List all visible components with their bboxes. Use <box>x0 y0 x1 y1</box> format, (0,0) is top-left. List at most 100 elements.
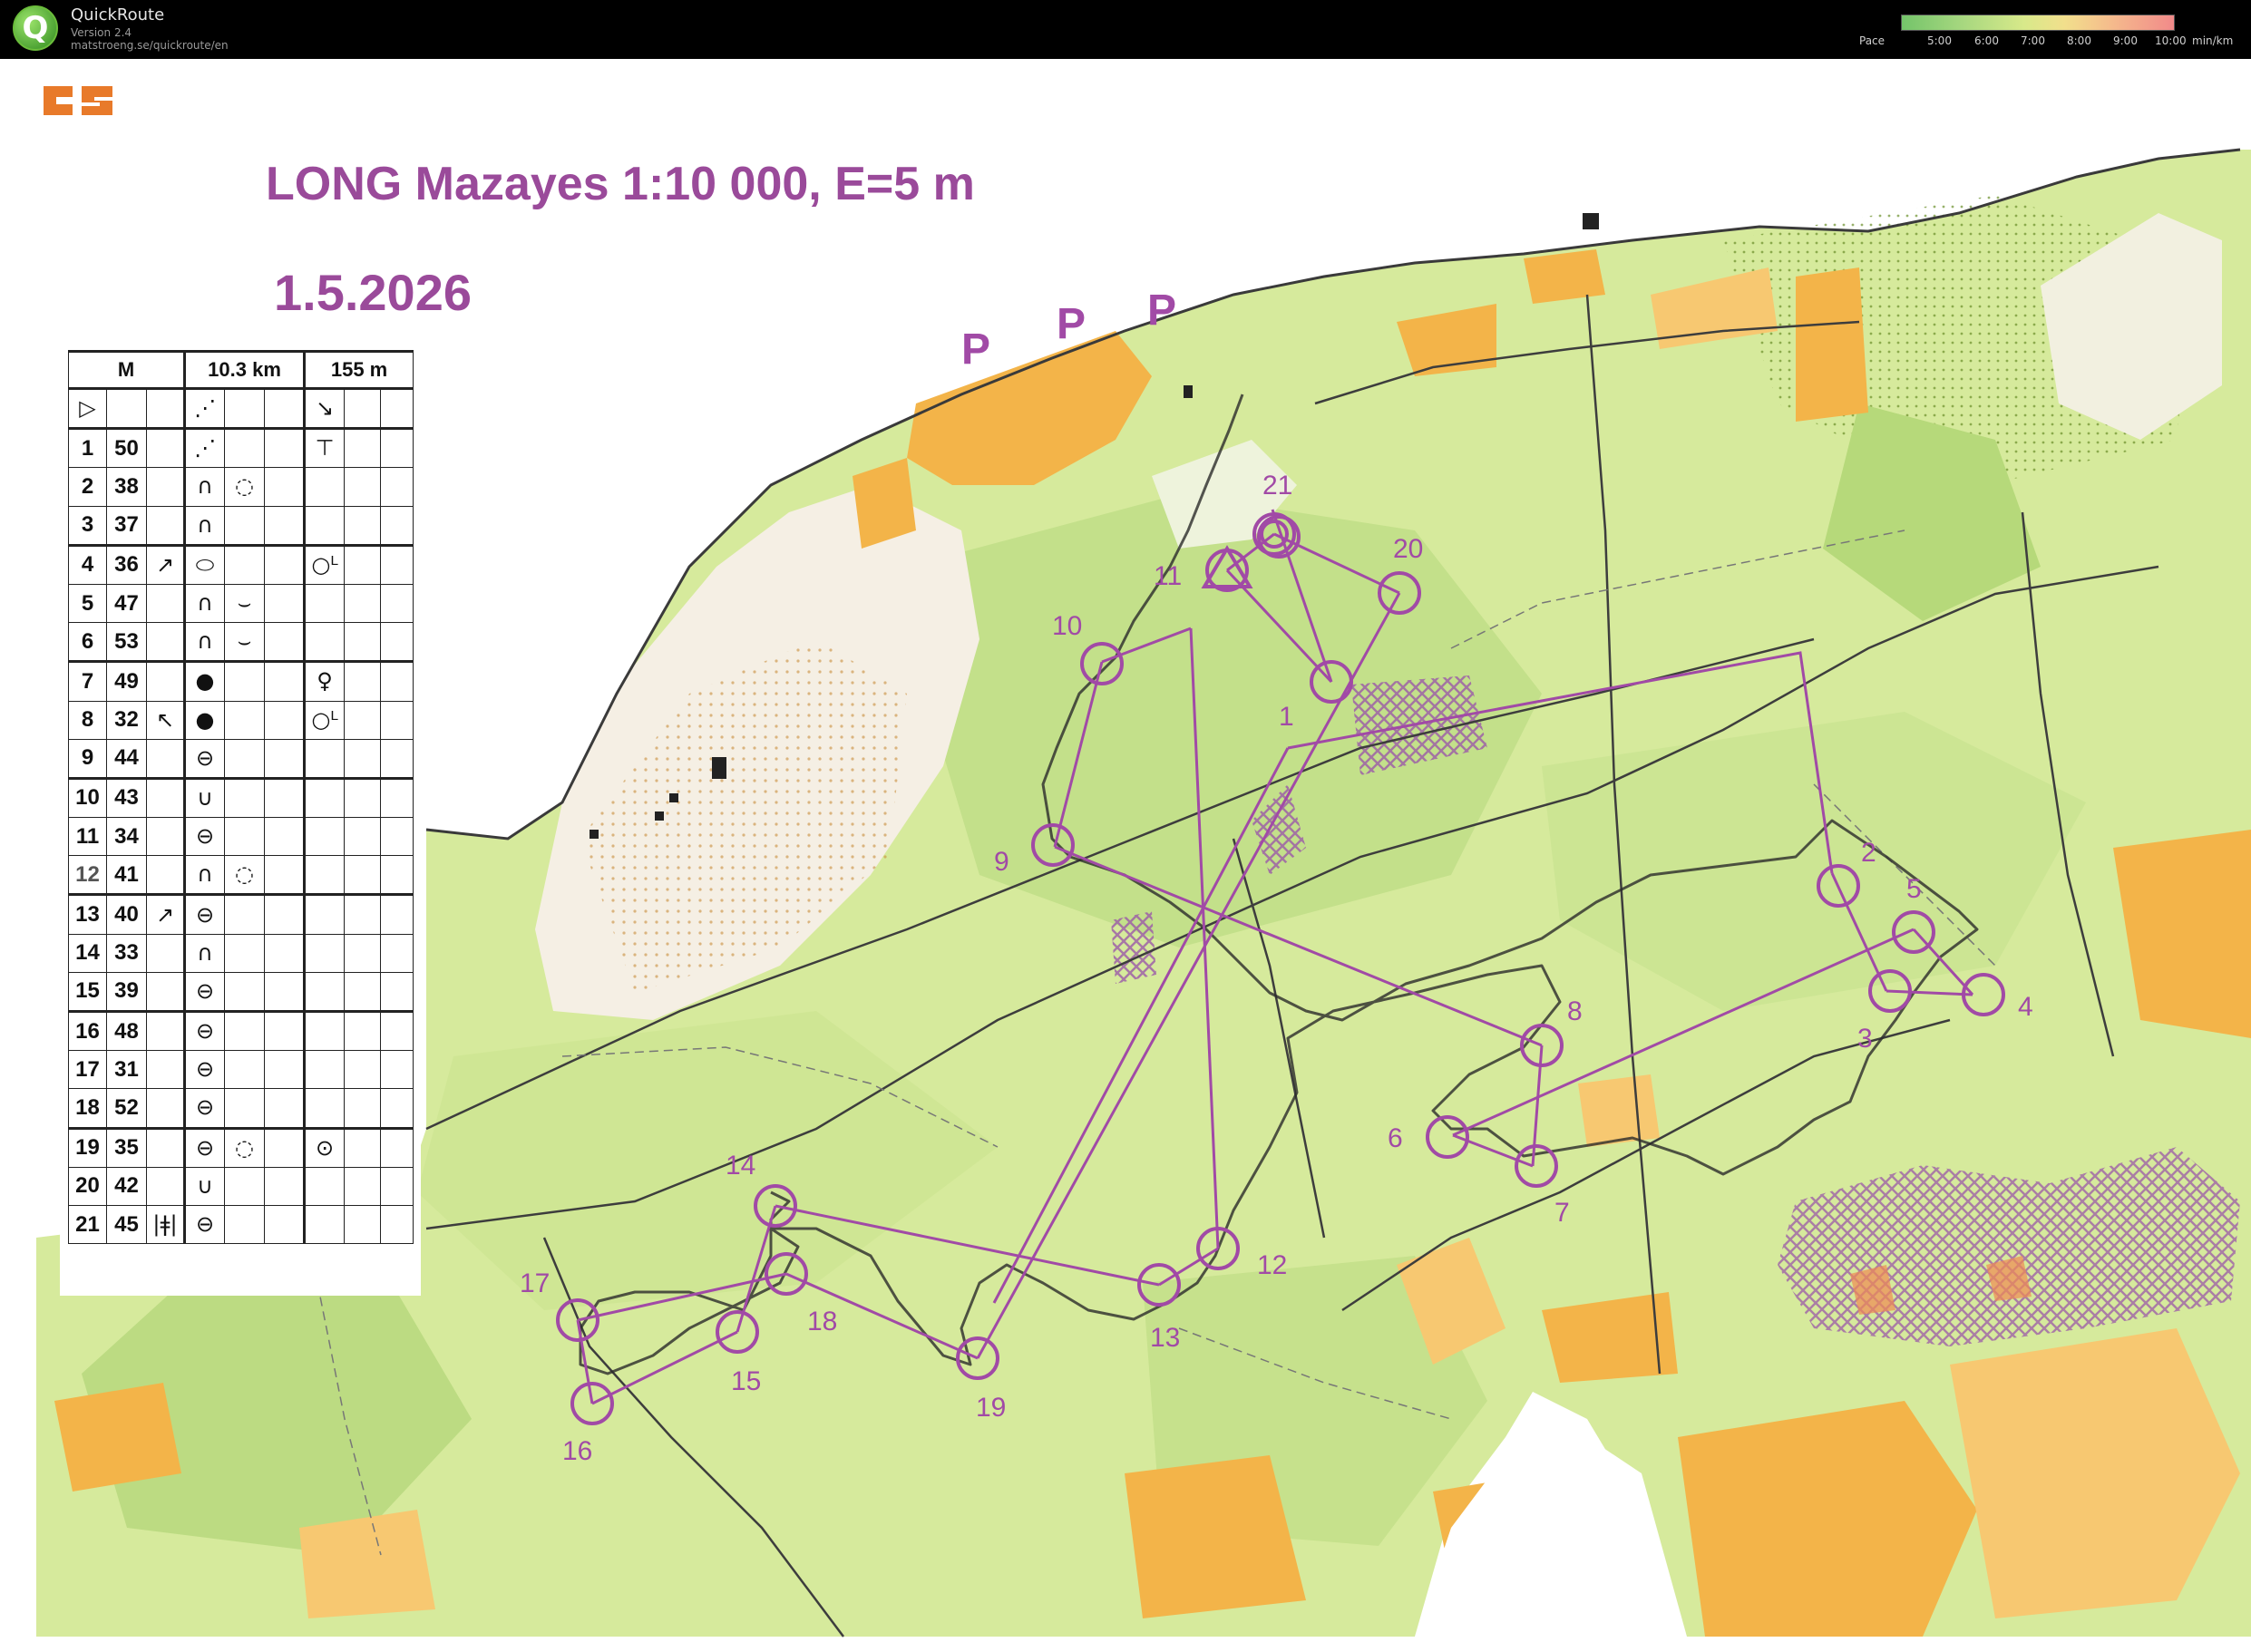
description-row: 2 38 ∩ ◌ <box>68 467 414 507</box>
knoll-icon: ∩ <box>184 467 226 507</box>
description-row: 11 34 ⊖ <box>68 817 414 857</box>
control-number: 2 <box>1861 838 1876 868</box>
control-number: 17 <box>520 1268 550 1298</box>
control-number: 11 <box>1154 561 1182 591</box>
path-crossing-icon: ⋰ <box>184 387 226 431</box>
control-seq: 14 <box>68 933 107 973</box>
control-seq: 15 <box>68 971 107 1014</box>
control-number: 14 <box>726 1151 755 1181</box>
orienteering-map[interactable]: 1 2 3 4 5 6 7 8 9 10 11 12 13 14 15 16 1… <box>0 59 2251 1652</box>
side-icon: ○ᴸ <box>304 700 346 740</box>
parking-symbol: P <box>1057 300 1087 348</box>
control-description-table: M 10.3 km 155 m ▷ ⋰ ↘ 1 50 ⋰ ⊤ 2 38 ∩◌ <box>67 350 414 1245</box>
open-land <box>1524 249 1605 304</box>
control-seq: 16 <box>68 1010 107 1052</box>
description-row: 4 36 ↗ ⬭ ○ᴸ <box>68 544 414 585</box>
control-number: 16 <box>562 1436 592 1466</box>
control-code: 37 <box>106 505 147 547</box>
app-version: Version 2.4 <box>71 26 132 39</box>
out-of-bounds-area <box>1111 911 1156 984</box>
knoll-icon: ∩ <box>184 855 226 897</box>
direction-ne-icon: ↗ <box>145 894 187 935</box>
control-number: 18 <box>807 1307 837 1336</box>
pace-tick: 7:00 <box>2021 34 2045 47</box>
pace-legend-label: Pace <box>1859 34 1886 47</box>
pace-tick: 8:00 <box>2067 34 2091 47</box>
control-number: 8 <box>1567 996 1583 1026</box>
knoll-icon: ∩ <box>184 622 226 664</box>
control-seq: 20 <box>68 1166 107 1206</box>
control-number: 10 <box>1052 611 1082 641</box>
boulder-icon: ⊖ <box>184 1204 226 1245</box>
control-code: 48 <box>106 1010 147 1052</box>
header-row: M 10.3 km 155 m <box>67 350 414 390</box>
control-number: 5 <box>1906 874 1922 904</box>
building <box>1184 385 1193 398</box>
control-number: 6 <box>1388 1123 1403 1153</box>
description-row: 8 32 ↖ ● ○ᴸ <box>68 700 414 740</box>
control-code: 49 <box>106 661 147 702</box>
description-row: 1 50 ⋰ ⊤ <box>68 428 414 469</box>
boulder-icon: ⊖ <box>184 1010 226 1052</box>
course-climb: 155 m <box>304 350 414 390</box>
control-seq: 4 <box>68 544 107 585</box>
description-row: 7 49 ● ♀ <box>68 661 414 702</box>
boulder-icon: ⬭ <box>184 544 226 585</box>
distinct-tree-icon: ● <box>184 700 226 740</box>
course-length: 10.3 km <box>184 350 307 390</box>
control-seq: 9 <box>68 738 107 780</box>
control-seq: 10 <box>68 777 107 819</box>
description-row: 3 37 ∩ <box>68 505 414 547</box>
gully-icon: ∪ <box>184 1166 226 1206</box>
control-code: 43 <box>106 777 147 819</box>
description-row: 19 35 ⊖ ◌ ⊙ <box>68 1127 414 1168</box>
control-seq: 19 <box>68 1127 107 1168</box>
description-row: 14 33 ∩ <box>68 933 414 973</box>
gully-icon: ∪ <box>184 777 226 819</box>
between-icon: |ǂ| <box>145 1204 187 1245</box>
control-code: 31 <box>106 1050 147 1090</box>
depression-icon: ⌣ <box>224 583 266 624</box>
control-code: 44 <box>106 738 147 780</box>
pace-tick: 9:00 <box>2113 34 2138 47</box>
foot-icon: ♀ <box>304 661 346 702</box>
description-row: 15 39 ⊖ <box>68 971 414 1014</box>
control-code: 41 <box>106 855 147 897</box>
control-code: 40 <box>106 894 147 935</box>
pace-tick: 5:00 <box>1927 34 1952 47</box>
control-seq: 5 <box>68 583 107 624</box>
boulder-icon: ⊖ <box>184 971 226 1014</box>
boulder-icon: ⊖ <box>184 1088 226 1130</box>
description-row: 12 41 ∩ ◌ <box>68 855 414 897</box>
control-number: 13 <box>1150 1323 1180 1353</box>
control-seq: 17 <box>68 1050 107 1090</box>
description-row: 20 42 ∪ <box>68 1166 414 1206</box>
description-row: 13 40 ↗ ⊖ <box>68 894 414 935</box>
depression-icon: ⌣ <box>224 622 266 664</box>
boulder-icon: ⊖ <box>184 894 226 935</box>
boulder-icon: ⊖ <box>184 738 226 780</box>
knoll-icon: ∩ <box>184 933 226 973</box>
control-seq: 7 <box>68 661 107 702</box>
parking-symbol: P <box>961 326 991 374</box>
description-row: 6 53 ∩ ⌣ <box>68 622 414 664</box>
open-land <box>299 1510 435 1618</box>
control-number: 3 <box>1857 1024 1873 1054</box>
control-seq: 13 <box>68 894 107 935</box>
knoll-icon: ∩ <box>184 583 226 624</box>
app-name: QuickRoute <box>71 5 165 24</box>
control-number: 7 <box>1554 1198 1570 1228</box>
map-date: 1.5.2026 <box>274 264 472 321</box>
path-icon: ⋰ <box>184 428 226 469</box>
direction-nw-icon: ↖ <box>145 700 187 740</box>
rough-icon: ◌ <box>224 1127 266 1168</box>
control-seq: 21 <box>68 1204 107 1245</box>
rough-icon: ◌ <box>224 855 266 897</box>
building <box>655 811 664 821</box>
control-seq: 6 <box>68 622 107 664</box>
building <box>669 793 678 802</box>
pace-tick: 10:00 <box>2155 34 2187 47</box>
side-icon: ○ᴸ <box>304 544 346 585</box>
start-row: ▷ ⋰ ↘ <box>68 387 414 431</box>
app-url[interactable]: matstroeng.se/quickroute/en <box>71 39 229 52</box>
